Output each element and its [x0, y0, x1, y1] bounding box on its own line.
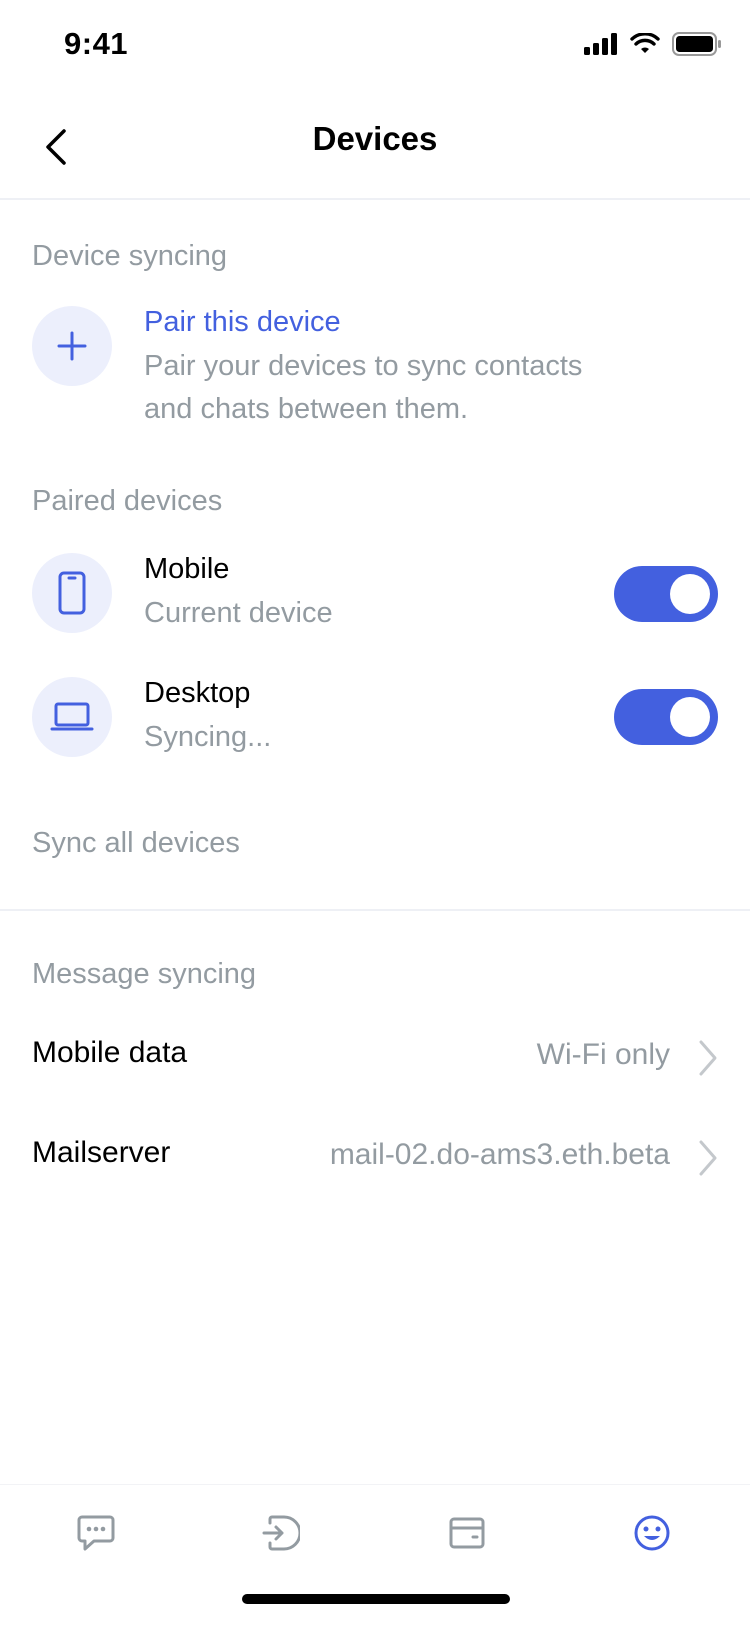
device-name: Mobile	[144, 553, 230, 585]
sync-all-devices-button[interactable]: Sync all devices	[32, 827, 240, 860]
device-status: Syncing...	[144, 721, 272, 753]
cellular-signal-icon	[584, 33, 617, 55]
setting-label: Mobile data	[32, 1036, 188, 1069]
chevron-right-icon	[699, 1140, 717, 1176]
pair-device-description-line-1: Pair your devices to sync contacts	[144, 350, 583, 382]
tab-wallet[interactable]	[437, 1503, 497, 1563]
phone-icon	[58, 571, 86, 615]
mobile-icon-container	[32, 553, 112, 633]
laptop-icon	[50, 702, 94, 731]
setting-row-mobile-data[interactable]: Mobile data Wi-Fi only	[0, 1012, 750, 1102]
tab-browser[interactable]	[250, 1503, 310, 1563]
setting-value: Wi-Fi only	[536, 1038, 670, 1071]
status-time: 9:41	[64, 26, 129, 61]
home-indicator	[242, 1594, 510, 1604]
nav-bar: Devices	[0, 92, 750, 200]
plus-icon	[57, 331, 87, 361]
device-toggle-desktop[interactable]	[614, 689, 718, 745]
page-title: Devices	[312, 120, 438, 157]
toggle-knob	[670, 574, 710, 614]
section-divider	[0, 909, 750, 911]
tab-chat[interactable]	[66, 1503, 126, 1563]
message-syncing-section-title: Message syncing	[32, 958, 257, 990]
status-bar: 9:41	[0, 0, 750, 92]
device-name: Desktop	[144, 677, 251, 709]
wifi-icon	[630, 33, 660, 53]
profile-icon	[634, 1515, 670, 1551]
wallet-icon	[449, 1517, 485, 1549]
tab-profile[interactable]	[622, 1503, 682, 1563]
battery-icon	[672, 32, 721, 56]
pair-icon-container	[32, 306, 112, 386]
device-status: Current device	[144, 597, 333, 629]
chevron-right-icon	[699, 1040, 717, 1076]
paired-devices-section-title: Paired devices	[32, 485, 223, 517]
desktop-icon-container	[32, 677, 112, 757]
pair-device-description-line-2: and chats between them.	[144, 393, 469, 425]
setting-value: mail-02.do-ams3.eth.beta	[329, 1138, 670, 1171]
device-syncing-section-title: Device syncing	[32, 240, 228, 272]
setting-label: Mailserver	[32, 1136, 171, 1169]
chat-icon	[77, 1515, 115, 1551]
browser-icon	[262, 1515, 300, 1551]
toggle-knob	[670, 697, 710, 737]
setting-row-mailserver[interactable]: Mailserver mail-02.do-ams3.eth.beta	[0, 1112, 750, 1202]
device-toggle-mobile[interactable]	[614, 566, 718, 622]
status-icons	[584, 32, 722, 56]
pair-device-title[interactable]: Pair this device	[144, 306, 341, 339]
